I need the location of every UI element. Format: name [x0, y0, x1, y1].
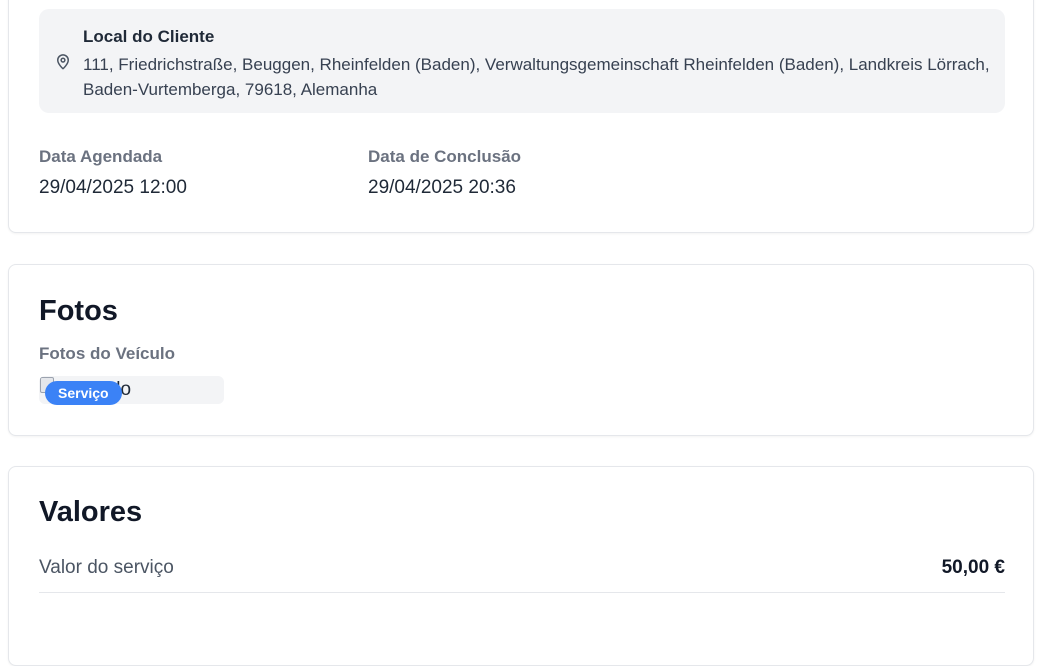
scheduled-date-value: 29/04/2025 12:00 — [39, 177, 187, 198]
customer-location-box: Local do Cliente 111, Friedrichstraße, B… — [39, 9, 1005, 113]
location-address: 111, Friedrichstraße, Beuggen, Rheinfeld… — [83, 55, 990, 99]
values-card: Valores Valor do serviço 50,00 € — [8, 466, 1034, 666]
values-title: Valores — [39, 496, 143, 528]
photos-title: Fotos — [39, 295, 118, 327]
completion-date-block: Data de Conclusão 29/04/2025 20:36 — [368, 147, 521, 199]
value-row: Valor do serviço 50,00 € — [39, 543, 1005, 593]
service-value-label: Valor do serviço — [39, 557, 174, 578]
scheduled-date-block: Data Agendada 29/04/2025 12:00 — [39, 147, 187, 199]
service-details-card: Local do Cliente 111, Friedrichstraße, B… — [8, 0, 1034, 233]
location-title: Local do Cliente — [83, 27, 215, 46]
map-pin-icon — [57, 54, 69, 70]
service-value-amount: 50,00 € — [941, 557, 1005, 578]
completion-date-value: 29/04/2025 20:36 — [368, 177, 516, 198]
completion-date-label: Data de Conclusão — [368, 147, 522, 166]
scheduled-date-label: Data Agendada — [39, 147, 163, 166]
service-badge: Serviço — [45, 381, 122, 405]
photos-card: Fotos Fotos do Veículo o veículo Serviço — [8, 264, 1034, 436]
vehicle-photos-label: Fotos do Veículo — [39, 344, 176, 363]
